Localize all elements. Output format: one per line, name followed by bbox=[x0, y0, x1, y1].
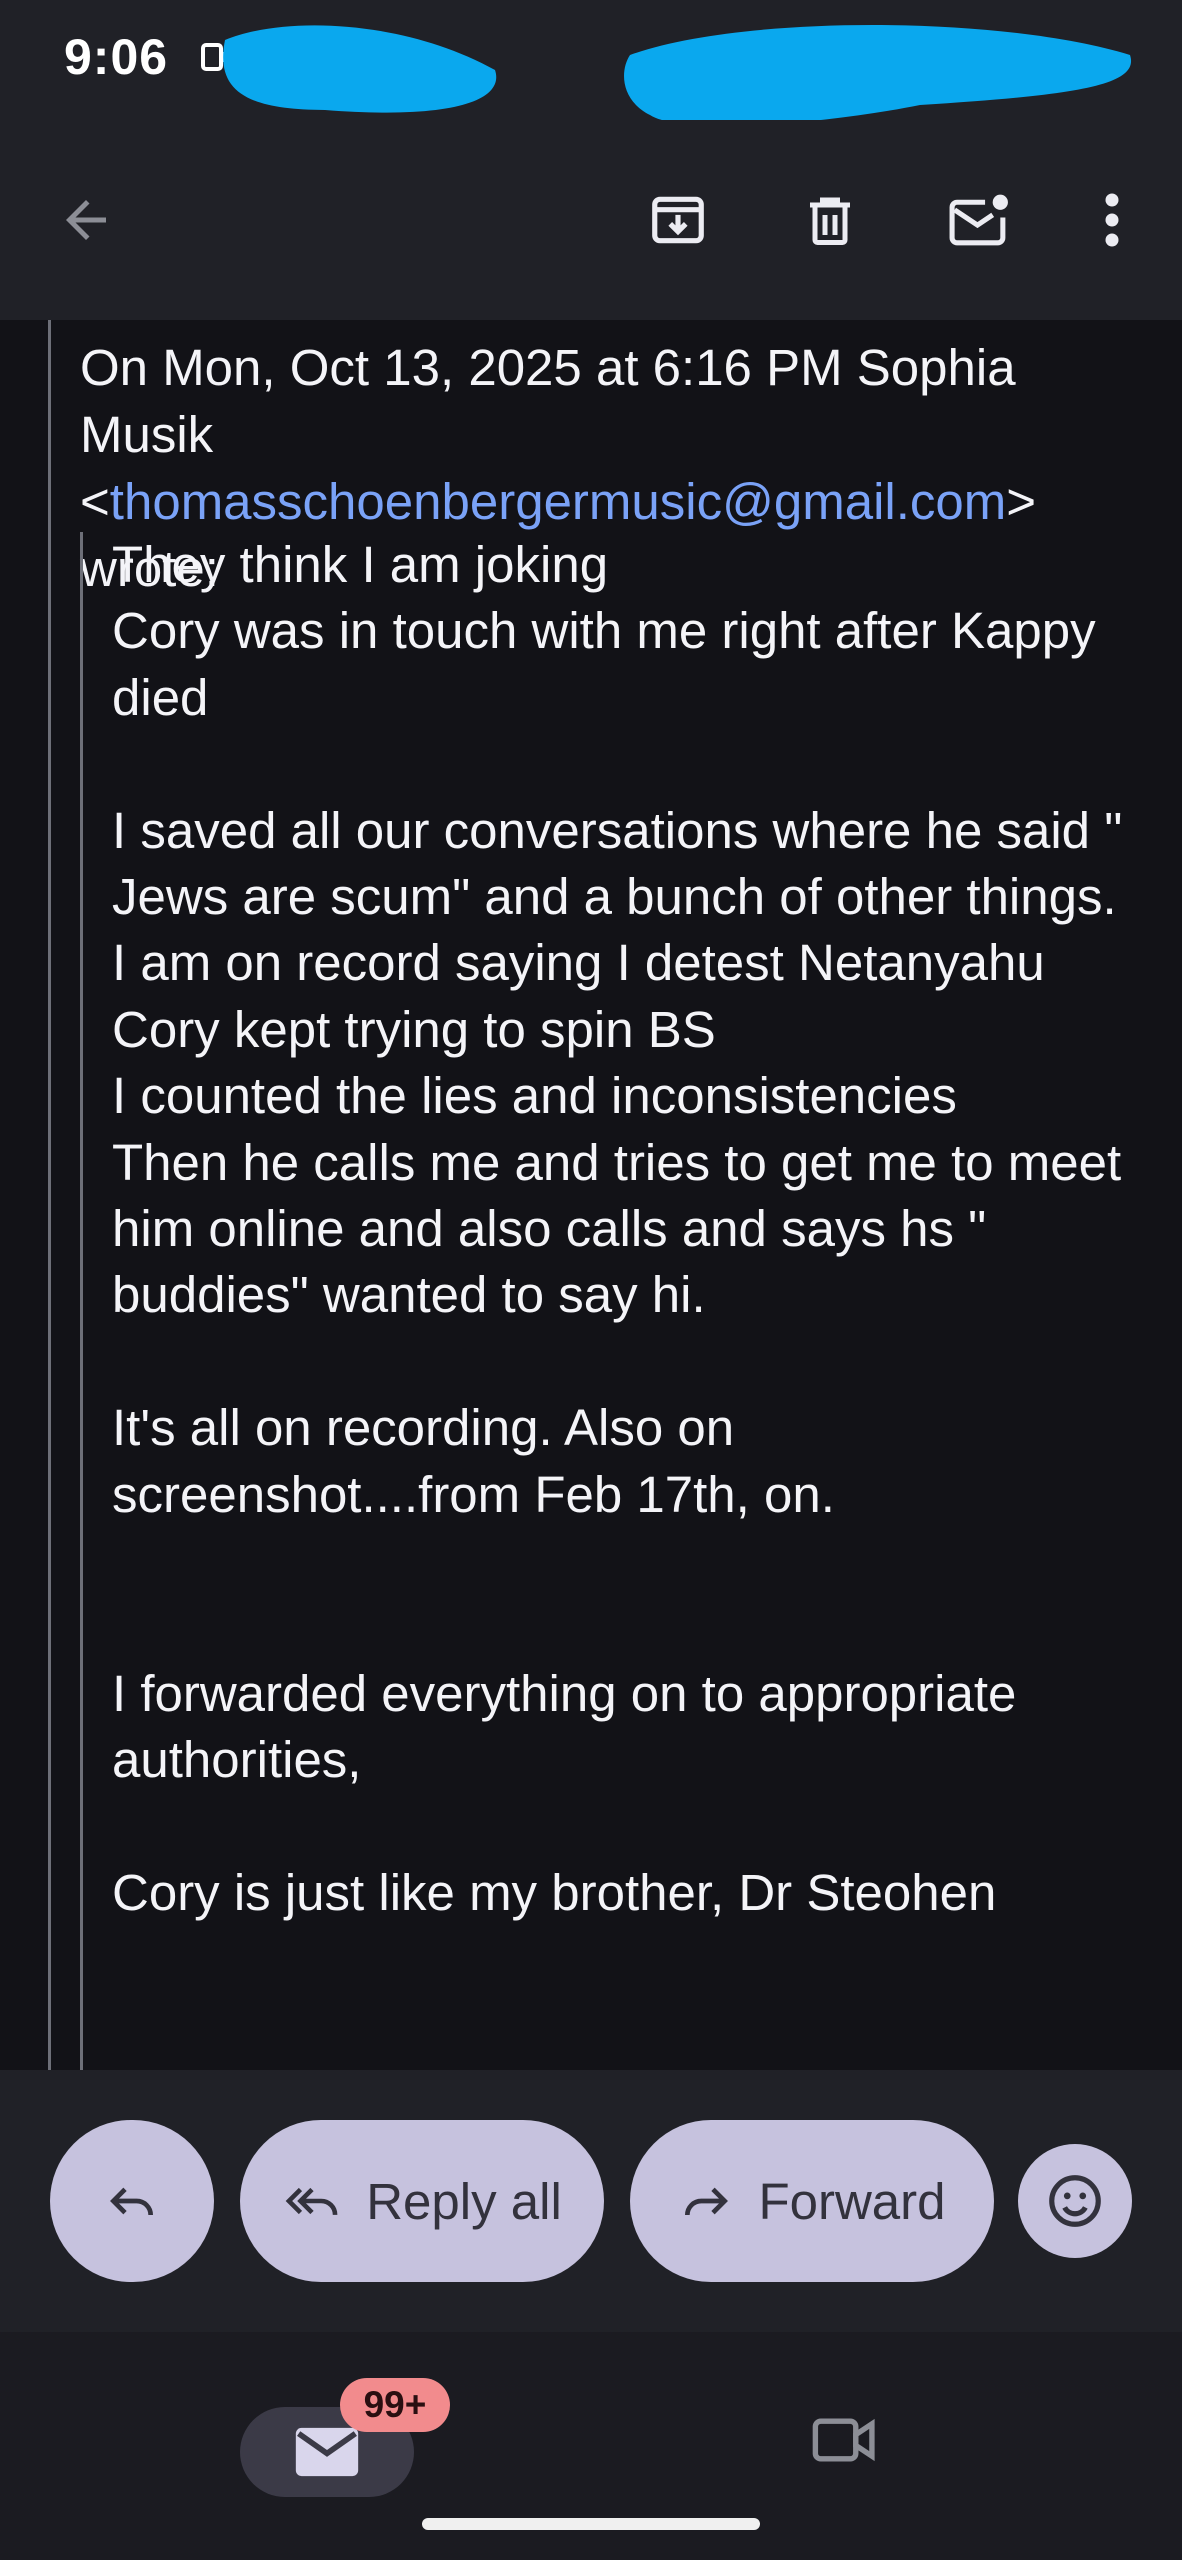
reply-actions-bar: Reply all Forward bbox=[0, 2070, 1182, 2332]
quoted-line: Cory was in touch with me right after Ka… bbox=[112, 602, 1096, 726]
quoted-line bbox=[112, 1329, 1152, 1395]
archive-icon bbox=[652, 196, 704, 244]
quoted-line bbox=[112, 1794, 1152, 1860]
mail-icon bbox=[295, 2427, 359, 2477]
reply-all-icon bbox=[285, 2187, 338, 2216]
quoted-line: It's all on recording. Also on screensho… bbox=[112, 1399, 835, 1523]
reply-all-label: Reply all bbox=[366, 2172, 562, 2230]
arrow-back-icon bbox=[66, 200, 106, 240]
emoji-reaction-button[interactable] bbox=[1018, 2144, 1132, 2258]
sender-email-link[interactable]: thomasschoenbergermusic@gmail.com bbox=[110, 473, 1006, 530]
quote-bar-inner bbox=[80, 532, 83, 2070]
quoted-line bbox=[112, 1528, 1152, 1594]
quote-bar-outer bbox=[48, 320, 51, 2070]
redaction-mark-left bbox=[223, 25, 497, 113]
quoted-line: Cory kept trying to spin BS bbox=[112, 1000, 716, 1058]
status-bar: 9:06 bbox=[0, 0, 1182, 126]
more-options-button[interactable] bbox=[1062, 170, 1162, 270]
email-body: On Mon, Oct 13, 2025 at 6:16 PM Sophia M… bbox=[0, 320, 1182, 2070]
back-button[interactable] bbox=[36, 170, 136, 270]
quoted-line: Cory is just like my brother, Dr Steohen bbox=[112, 1864, 997, 1922]
mark-unread-button[interactable] bbox=[930, 170, 1030, 270]
archive-button[interactable] bbox=[628, 170, 728, 270]
quoted-line: I forwarded everything on to appropriate… bbox=[112, 1664, 1017, 1789]
quoted-line: Then he calls me and tries to get me to … bbox=[112, 1133, 1122, 1324]
forward-button[interactable]: Forward bbox=[630, 2120, 994, 2282]
quoted-message: They think I am joking Cory was in touch… bbox=[112, 532, 1152, 1926]
delete-button[interactable] bbox=[780, 170, 880, 270]
delete-icon bbox=[810, 197, 850, 245]
quoted-line: I am on record saying I detest Netanyahu bbox=[112, 934, 1045, 992]
mark-unread-icon bbox=[949, 194, 1008, 246]
reply-icon bbox=[110, 2187, 153, 2216]
emoji-icon bbox=[1049, 2175, 1101, 2227]
status-time: 9:06 bbox=[64, 29, 169, 85]
quoted-line bbox=[112, 731, 1152, 797]
unread-count-badge: 99+ bbox=[340, 2378, 450, 2432]
quoted-line: They think I am joking bbox=[112, 536, 609, 593]
reply-button[interactable] bbox=[50, 2120, 214, 2282]
quoted-line: I counted the lies and inconsistencies bbox=[112, 1067, 957, 1125]
redaction-mark-right bbox=[624, 25, 1132, 126]
email-toolbar bbox=[0, 120, 1182, 320]
quoted-line bbox=[112, 1594, 1152, 1660]
reply-all-button[interactable]: Reply all bbox=[240, 2120, 604, 2282]
home-indicator[interactable] bbox=[422, 2518, 760, 2530]
quoted-line: I saved all our conversations where he s… bbox=[112, 801, 1123, 926]
more-vert-icon bbox=[1105, 193, 1119, 247]
video-camera-icon[interactable] bbox=[810, 2412, 880, 2468]
forward-icon bbox=[685, 2187, 729, 2216]
forward-label: Forward bbox=[758, 2172, 946, 2230]
